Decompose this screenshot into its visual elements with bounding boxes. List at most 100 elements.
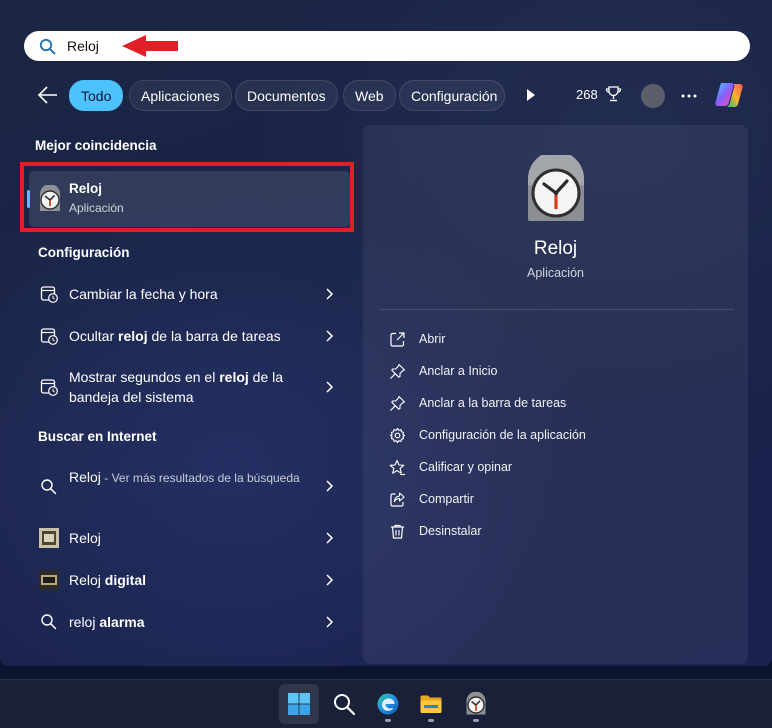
- taskbar: [0, 679, 772, 728]
- open-icon: [390, 332, 405, 347]
- action-pin-start[interactable]: Anclar a Inicio: [387, 360, 727, 384]
- settings-item-label: Cambiar la fecha y hora: [69, 284, 314, 304]
- annotation-highlight-box: [20, 162, 354, 232]
- pin-icon: [390, 395, 406, 411]
- label-part: reloj: [69, 614, 100, 630]
- divider: [379, 309, 734, 310]
- settings-item-label: Mostrar segundos en el reloj de la bande…: [69, 367, 314, 407]
- annotation-arrow-icon: [122, 35, 178, 57]
- action-label: Anclar a Inicio: [419, 364, 498, 378]
- action-label: Compartir: [419, 492, 474, 506]
- web-item-label: Reloj - Ver más resultados de la búsqued…: [69, 467, 314, 488]
- search-icon: [41, 479, 57, 495]
- web-item-label: Reloj digital: [69, 570, 314, 590]
- label-part: Mostrar segundos en el: [69, 369, 220, 385]
- search-icon: [41, 614, 57, 630]
- settings-clock-icon: [40, 328, 58, 345]
- copilot-icon[interactable]: [713, 80, 745, 110]
- chevron-right-icon: [326, 288, 334, 300]
- search-icon: [39, 38, 56, 55]
- action-share[interactable]: Compartir: [387, 488, 727, 512]
- highlighted-term: reloj: [118, 328, 148, 344]
- details-app-name: Reloj: [533, 238, 578, 259]
- windows-start-icon: [288, 693, 310, 715]
- trash-icon: [391, 524, 404, 539]
- file-explorer-icon: [420, 695, 442, 713]
- action-label: Abrir: [419, 332, 446, 346]
- settings-heading: Configuración: [38, 245, 130, 260]
- taskbar-search-button[interactable]: [324, 684, 364, 724]
- tab-aplicaciones[interactable]: Aplicaciones: [129, 80, 232, 111]
- taskbar-clock-button[interactable]: [456, 684, 496, 724]
- running-indicator: [428, 719, 434, 722]
- tab-web[interactable]: Web: [343, 80, 396, 111]
- play-icon[interactable]: [522, 87, 538, 103]
- avatar[interactable]: [641, 84, 665, 108]
- settings-item-date-time[interactable]: Cambiar la fecha y hora: [29, 281, 350, 307]
- tab-documentos[interactable]: Documentos: [235, 80, 338, 111]
- back-arrow-icon[interactable]: [36, 84, 60, 106]
- web-heading: Buscar en Internet: [38, 429, 157, 444]
- label-part: Reloj: [69, 572, 105, 588]
- action-label: Desinstalar: [419, 524, 482, 538]
- details-app-type: Aplicación: [527, 266, 584, 280]
- taskbar-edge-button[interactable]: [368, 684, 408, 724]
- action-app-settings[interactable]: Configuración de la aplicación: [387, 424, 727, 448]
- chevron-right-icon: [326, 532, 334, 544]
- more-options-icon[interactable]: [679, 86, 699, 106]
- best-match-heading: Mejor coincidencia: [35, 138, 157, 153]
- chevron-right-icon: [326, 330, 334, 342]
- taskbar-file-explorer-button[interactable]: [411, 684, 451, 724]
- star-icon: [389, 459, 405, 476]
- web-thumbnail-icon: [39, 528, 59, 548]
- chevron-right-icon: [326, 381, 334, 393]
- web-item-reloj-digital[interactable]: Reloj digital: [29, 568, 350, 592]
- gear-icon: [389, 427, 406, 444]
- web-item-reloj-alarma[interactable]: reloj alarma: [29, 610, 350, 634]
- pin-icon: [390, 363, 406, 379]
- web-item-label: reloj alarma: [69, 612, 314, 632]
- web-item-reloj[interactable]: Reloj: [29, 526, 350, 550]
- action-open[interactable]: Abrir: [387, 328, 727, 352]
- settings-item-show-seconds[interactable]: Mostrar segundos en el reloj de la bande…: [29, 366, 350, 410]
- settings-item-label: Ocultar reloj de la barra de tareas: [69, 326, 314, 346]
- clock-app-icon: [466, 692, 486, 715]
- search-icon: [334, 694, 356, 716]
- label-part: Ocultar: [69, 328, 119, 344]
- rewards-points: 268: [576, 87, 598, 102]
- label-part: Cambiar la fecha y hora: [69, 286, 218, 302]
- web-item-sub: - Ver más resultados de la búsqueda: [100, 471, 300, 485]
- label-part: de la barra de tareas: [147, 328, 281, 344]
- chevron-right-icon: [326, 616, 334, 628]
- tab-todo[interactable]: Todo: [69, 80, 124, 111]
- label-part: Reloj: [69, 469, 101, 485]
- action-label: Anclar a la barra de tareas: [419, 396, 567, 410]
- action-label: Calificar y opinar: [419, 460, 513, 474]
- highlighted-term: reloj: [219, 369, 249, 385]
- label-part: Reloj: [69, 530, 101, 546]
- start-search-panel: Todo Aplicaciones Documentos Web Configu…: [0, 0, 772, 666]
- action-label: Configuración de la aplicación: [419, 428, 586, 442]
- trophy-icon[interactable]: [605, 85, 622, 103]
- settings-item-hide-clock[interactable]: Ocultar reloj de la barra de tareas: [29, 323, 350, 349]
- highlighted-term: alarma: [99, 614, 145, 630]
- action-uninstall[interactable]: Desinstalar: [387, 520, 727, 544]
- settings-clock-icon: [40, 379, 58, 396]
- running-indicator: [385, 719, 391, 722]
- highlighted-term: digital: [104, 572, 147, 588]
- action-rate-review[interactable]: Calificar y opinar: [387, 456, 727, 480]
- edge-icon: [377, 693, 399, 715]
- share-icon: [390, 492, 405, 507]
- taskbar-start-button[interactable]: [279, 684, 319, 724]
- running-indicator: [473, 719, 479, 722]
- web-item-more-results[interactable]: Reloj - Ver más resultados de la búsqued…: [29, 466, 350, 508]
- chevron-right-icon: [326, 574, 334, 586]
- action-pin-taskbar[interactable]: Anclar a la barra de tareas: [387, 392, 727, 416]
- chevron-right-icon: [326, 480, 334, 492]
- settings-clock-icon: [40, 286, 58, 303]
- tab-configuracion[interactable]: Configuración: [399, 80, 505, 111]
- details-panel: Reloj Aplicación Abrir Anclar a Inicio A…: [363, 125, 748, 664]
- clock-app-icon: [528, 155, 584, 221]
- web-thumbnail-icon: [39, 570, 59, 590]
- web-item-label: Reloj: [69, 528, 314, 548]
